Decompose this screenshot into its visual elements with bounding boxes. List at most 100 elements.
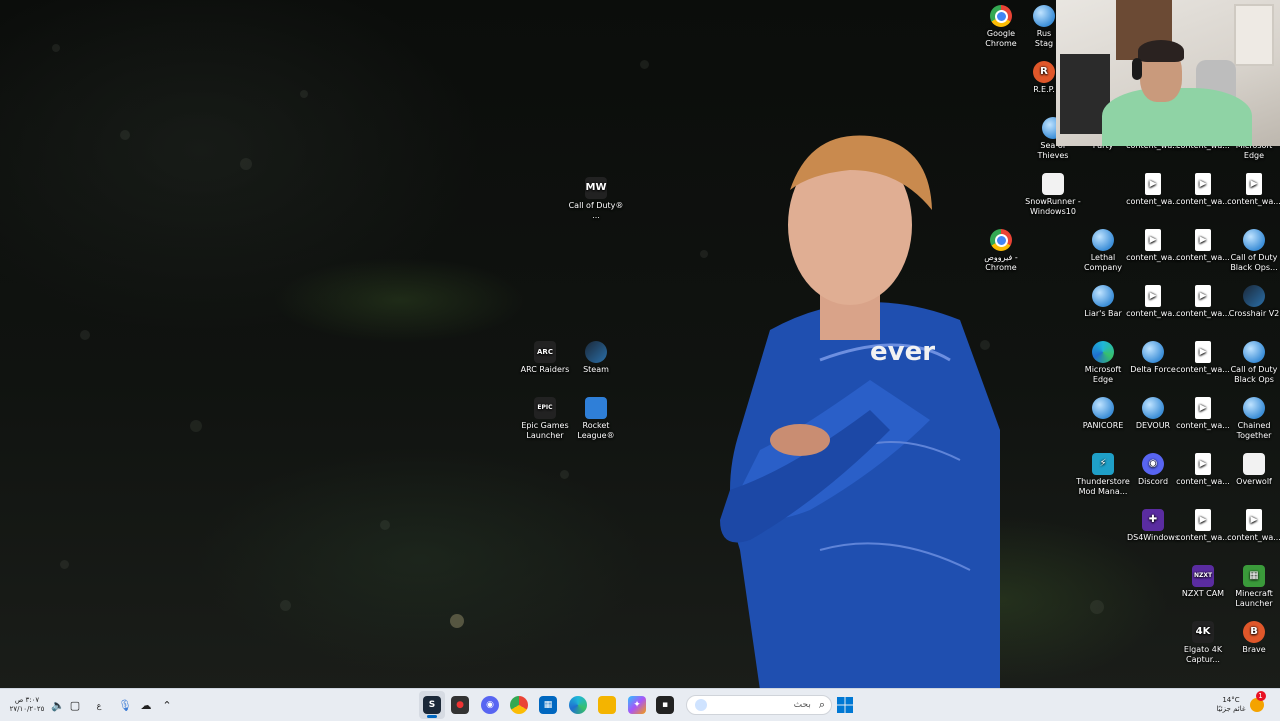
- store-icon: ▦: [539, 696, 557, 714]
- overwolf-icon[interactable]: Overwolf: [1226, 453, 1280, 487]
- rust-stage-icon[interactable]: Rus Stag: [1029, 5, 1059, 49]
- cod-black-ops-icon[interactable]: Call of Duty Black Ops...: [1226, 229, 1280, 273]
- content-wa-icon[interactable]: ▶ content_wa...: [1226, 509, 1280, 543]
- chrome-profile-icon[interactable]: فيرووص - Chrome: [973, 229, 1029, 273]
- icon-label: Overwolf: [1236, 477, 1272, 486]
- clock[interactable]: ٣:٠٧ ص ٢٧/١٠/٢٠٢٥: [8, 689, 46, 721]
- steam-icon: S: [423, 696, 441, 714]
- overwolf-app-icon: [1243, 453, 1265, 475]
- folder-icon: [598, 696, 616, 714]
- cloud-icon[interactable]: ☁: [138, 689, 154, 721]
- start-button[interactable]: [834, 689, 856, 721]
- content-wa-icon[interactable]: ▶ content_wa...: [1175, 397, 1231, 431]
- taskbar-app-chrome[interactable]: [506, 689, 532, 721]
- panicore-icon[interactable]: PANICORE: [1075, 397, 1131, 431]
- icon-label: Brave: [1242, 645, 1266, 654]
- globe-icon: [1142, 397, 1164, 419]
- content-wa-icon[interactable]: ▶ content_wa...: [1175, 341, 1231, 375]
- epic-games-icon[interactable]: EPIC Epic Games Launcher: [517, 397, 573, 441]
- icon-label: Google Chrome: [985, 29, 1017, 48]
- copilot-icon: ✦: [628, 696, 646, 714]
- repo-icon[interactable]: R R.E.P.: [1029, 61, 1059, 95]
- repo-app-icon: R: [1033, 61, 1055, 83]
- thunderstore-icon[interactable]: ⚡ Thunderstore Mod Mana...: [1075, 453, 1131, 497]
- weather-sun-icon: 1: [1249, 691, 1266, 712]
- snowrunner-icon[interactable]: SnowRunner - Windows10: [1025, 173, 1081, 217]
- webcam-person-hair: [1138, 40, 1184, 62]
- volume-icon[interactable]: 🔈: [50, 689, 66, 721]
- content-wa-icon[interactable]: ▶ content_wa...: [1125, 285, 1181, 319]
- content-wa-icon[interactable]: ▶ content_wa...: [1125, 229, 1181, 263]
- language-icon[interactable]: ع: [92, 689, 106, 721]
- taskbar-app-steam[interactable]: S: [419, 691, 445, 719]
- microphone-icon[interactable]: 🎙: [118, 689, 132, 721]
- content-wa-icon[interactable]: ▶ content_wa...: [1226, 173, 1280, 207]
- brave-app-icon: B: [1243, 621, 1265, 643]
- content-wa-icon[interactable]: ▶ content_wa...: [1175, 453, 1231, 487]
- webcam-frame: [1234, 4, 1274, 66]
- arc-raiders-app-icon: ARC: [534, 341, 556, 363]
- content-wa-icon[interactable]: ▶ content_wa...: [1175, 173, 1231, 207]
- content-wa-icon[interactable]: ▶ content_wa...: [1125, 173, 1181, 207]
- chained-together-icon[interactable]: Chained Together: [1226, 397, 1280, 441]
- elgato-icon[interactable]: 4K Elgato 4K Captur...: [1175, 621, 1231, 665]
- video-file-icon: ▶: [1195, 285, 1211, 307]
- lethal-company-icon[interactable]: Lethal Company: [1075, 229, 1131, 273]
- icon-label: content_wa...: [1176, 253, 1230, 262]
- content-wa-icon[interactable]: ▶ content_wa...: [1175, 285, 1231, 319]
- icon-label: R.E.P.: [1033, 85, 1055, 94]
- elgato-app-icon: 4K: [1192, 621, 1214, 643]
- icon-label: فيرووص - Chrome: [984, 253, 1018, 272]
- google-chrome-icon[interactable]: Google Chrome: [973, 5, 1029, 49]
- icon-label: content_wa...: [1227, 533, 1280, 542]
- headset-icon: [1132, 58, 1142, 80]
- chrome-icon: [990, 229, 1012, 251]
- call-of-duty-app-icon: MW: [585, 177, 607, 199]
- rocket-league-icon[interactable]: Rocket League®: [568, 397, 624, 441]
- liars-bar-icon[interactable]: Liar's Bar: [1075, 285, 1131, 319]
- discord-icon[interactable]: ◉ Discord: [1125, 453, 1181, 487]
- globe-icon: [1092, 229, 1114, 251]
- content-wa-icon[interactable]: ▶ content_wa...: [1175, 509, 1231, 543]
- icon-label: content_wa...: [1126, 253, 1180, 262]
- taskbar-app-edge[interactable]: [565, 689, 591, 721]
- taskbar-app-copilot[interactable]: ✦: [624, 689, 650, 721]
- devour-icon[interactable]: DEVOUR: [1125, 397, 1181, 431]
- icon-label: content_wa...: [1176, 309, 1230, 318]
- ds4windows-icon[interactable]: ✚ DS4Windows: [1125, 509, 1181, 543]
- icon-label: Microsoft Edge: [1084, 365, 1122, 384]
- network-icon[interactable]: ▢: [68, 689, 82, 721]
- video-file-icon: ▶: [1195, 229, 1211, 251]
- icon-label: Elgato 4K Captur...: [1183, 645, 1223, 664]
- taskbar-search-input[interactable]: بحث ⌕: [686, 695, 832, 715]
- crosshair-v2-icon[interactable]: Crosshair V2: [1226, 285, 1280, 319]
- discord-icon: ◉: [481, 696, 499, 714]
- brave-icon[interactable]: B Brave: [1226, 621, 1280, 655]
- weather-widget[interactable]: 14°C غائم جزئيًا 1: [1208, 689, 1272, 721]
- arc-raiders-icon[interactable]: ARC ARC Raiders: [517, 341, 573, 375]
- minecraft-launcher-icon[interactable]: ▦ Minecraft Launcher: [1226, 565, 1280, 609]
- svg-text:ever: ever: [870, 337, 935, 367]
- icon-label: content_wa...: [1176, 533, 1230, 542]
- icon-label: DS4Windows: [1126, 533, 1180, 542]
- taskbar-app-recorder[interactable]: ●: [447, 689, 473, 721]
- video-file-icon: ▶: [1246, 173, 1262, 195]
- taskbar-app-terminal[interactable]: ▪: [652, 689, 678, 721]
- icon-label: Chained Together: [1236, 421, 1272, 440]
- icon-label: Discord: [1137, 477, 1169, 486]
- edge-icon: [1092, 341, 1114, 363]
- content-wa-icon[interactable]: ▶ content_wa...: [1175, 229, 1231, 263]
- cod-black-ops-icon[interactable]: Call of Duty Black Ops: [1226, 341, 1280, 385]
- taskbar-app-store[interactable]: ▦: [535, 689, 561, 721]
- microsoft-edge-icon[interactable]: Microsoft Edge: [1075, 341, 1131, 385]
- icon-label: SnowRunner - Windows10: [1025, 197, 1081, 216]
- steam-icon[interactable]: Steam: [568, 341, 624, 375]
- nzxt-cam-icon[interactable]: NZXT NZXT CAM: [1175, 565, 1231, 599]
- call-of-duty-icon[interactable]: MW Call of Duty® ...: [568, 177, 624, 221]
- chevron-up-icon[interactable]: ⌃: [160, 689, 174, 721]
- taskbar-app-file-explorer[interactable]: [594, 689, 620, 721]
- video-file-icon: ▶: [1145, 285, 1161, 307]
- taskbar-app-discord[interactable]: ◉: [477, 689, 503, 721]
- delta-force-icon[interactable]: Delta Force: [1125, 341, 1181, 375]
- icon-label: Rus Stag: [1034, 29, 1054, 48]
